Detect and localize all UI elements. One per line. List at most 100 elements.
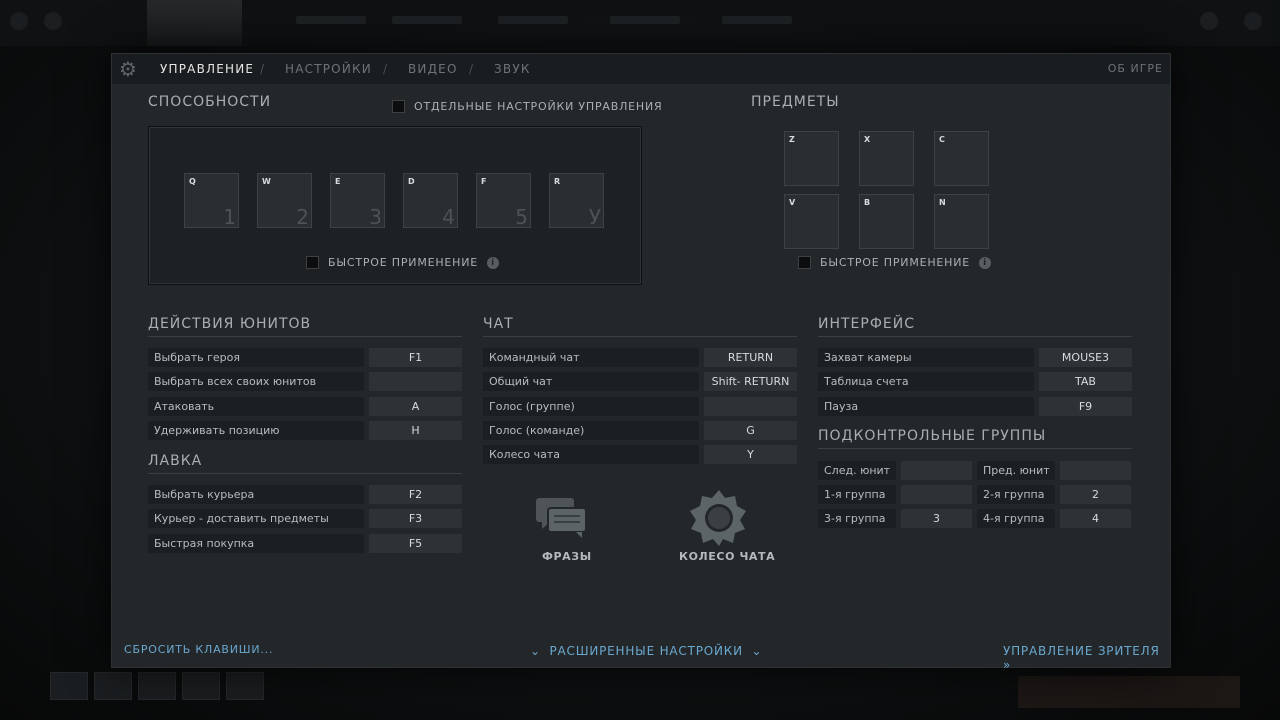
keybind-label: Атаковать [148, 397, 364, 416]
keybind-key[interactable]: F9 [1039, 397, 1132, 416]
keybind-key[interactable]: F1 [369, 348, 462, 367]
keybind-key[interactable]: H [369, 421, 462, 440]
checkbox-box[interactable] [392, 100, 405, 113]
checkbox-box[interactable] [306, 256, 319, 269]
keybind-row: Пауза F9 [818, 397, 1132, 416]
keybind-key[interactable]: Shift- RETURN [704, 372, 797, 391]
chat-title: ЧАТ [483, 316, 797, 337]
checkbox-label: БЫСТРОЕ ПРИМЕНЕНИЕ [820, 256, 971, 269]
tab-sound[interactable]: ЗВУК [494, 62, 531, 76]
keybind-row: Колесо чата Y [483, 445, 797, 464]
keybind-key[interactable]: 3 [901, 509, 972, 528]
keybind-key[interactable]: TAB [1039, 372, 1132, 391]
item-slot[interactable]: C [934, 131, 989, 186]
keybind-key[interactable]: F2 [369, 485, 462, 504]
keybind-key[interactable]: Y [704, 445, 797, 464]
chat-wheel-label[interactable]: КОЛЕСО ЧАТА [679, 550, 775, 563]
abilities-quick-cast-checkbox[interactable]: БЫСТРОЕ ПРИМЕНЕНИЕ i [306, 256, 500, 269]
item-slot[interactable]: N [934, 194, 989, 249]
keybind-key[interactable]: RETURN [704, 348, 797, 367]
keybind-row: 1-я группа 2-я группа 2 [818, 485, 1131, 504]
keybind-key[interactable]: F5 [369, 534, 462, 553]
keybind-label: Колесо чата [483, 445, 699, 464]
ability-slot[interactable]: Q1 [184, 173, 239, 229]
slot-key: E [335, 177, 341, 186]
keybind-label: След. юнит [818, 461, 896, 480]
keybind-label: Удерживать позицию [148, 421, 364, 440]
keybind-key[interactable]: F3 [369, 509, 462, 528]
keybind-key[interactable]: G [704, 421, 797, 440]
keybind-key[interactable] [901, 461, 972, 480]
reset-keys-link[interactable]: СБРОСИТЬ КЛАВИШИ... [124, 643, 273, 656]
phrases-label[interactable]: ФРАЗЫ [542, 550, 592, 563]
slot-number: 3 [369, 205, 382, 229]
keybind-label: Голос (команде) [483, 421, 699, 440]
tab-controls[interactable]: УПРАВЛЕНИЕ [160, 62, 254, 76]
ability-slot[interactable]: E3 [330, 173, 385, 229]
keybind-row: Таблица счета TAB [818, 372, 1132, 391]
item-slot[interactable]: B [859, 194, 914, 249]
friends-icon [1200, 12, 1218, 30]
item-slot[interactable]: X [859, 131, 914, 186]
info-icon[interactable]: i [979, 256, 992, 269]
keybind-key[interactable] [1060, 461, 1131, 480]
chat-wheel-icon[interactable] [690, 488, 748, 546]
keybind-row: Выбрать курьера F2 [148, 485, 462, 504]
checkbox-box[interactable] [798, 256, 811, 269]
keybind-key[interactable]: 2 [1060, 485, 1131, 504]
slot-key: R [554, 177, 561, 186]
menu-item-placeholder [498, 16, 568, 24]
keybind-label: Выбрать курьера [148, 485, 364, 504]
ability-slot[interactable]: RУ [549, 173, 604, 229]
keybind-label: Командный чат [483, 348, 699, 367]
keybind-key[interactable]: MOUSE3 [1039, 348, 1132, 367]
tab-settings[interactable]: НАСТРОЙКИ [285, 62, 372, 76]
ability-slot[interactable]: D4 [403, 173, 458, 229]
gear-icon[interactable]: ⚙ [118, 59, 138, 79]
item-slot[interactable]: V [784, 194, 839, 249]
keybind-key[interactable]: 4 [1060, 509, 1131, 528]
keybind-label: 2-я группа [977, 485, 1055, 504]
keybind-label: Быстрая покупка [148, 534, 364, 553]
menu-item-placeholder [610, 16, 680, 24]
keybind-label: 4-я группа [977, 509, 1055, 528]
tab-separator: / [469, 62, 474, 76]
keybind-key[interactable]: A [369, 397, 462, 416]
about-link[interactable]: ОБ ИГРЕ [1108, 62, 1163, 75]
spectator-controls-link[interactable]: УПРАВЛЕНИЕ ЗРИТЕЛЯ » [1003, 644, 1170, 672]
keybind-key[interactable] [901, 485, 972, 504]
keybind-row: Голос (команде) G [483, 421, 797, 440]
slot-number: 5 [515, 205, 528, 229]
menu-item-placeholder [392, 16, 462, 24]
advanced-settings-toggle[interactable]: ⌄ РАСШИРЕННЫЕ НАСТРОЙКИ ⌄ [530, 644, 762, 658]
keybind-label: Курьер - доставить предметы [148, 509, 364, 528]
tab-video[interactable]: ВИДЕО [408, 62, 458, 76]
checkbox-label: ОТДЕЛЬНЫЕ НАСТРОЙКИ УПРАВЛЕНИЯ [414, 100, 663, 113]
items-quick-cast-checkbox[interactable]: БЫСТРОЕ ПРИМЕНЕНИЕ i [798, 256, 992, 269]
phrases-icon[interactable] [534, 496, 588, 540]
shop-title: ЛАВКА [148, 453, 462, 474]
advanced-settings-label: РАСШИРЕННЫЕ НАСТРОЙКИ [549, 644, 743, 658]
keybind-label: Общий чат [483, 372, 699, 391]
separate-settings-checkbox[interactable]: ОТДЕЛЬНЫЕ НАСТРОЙКИ УПРАВЛЕНИЯ [392, 100, 662, 113]
ability-slot[interactable]: W2 [257, 173, 312, 229]
keybind-row: Общий чат Shift- RETURN [483, 372, 797, 391]
keybind-label: 3-я группа [818, 509, 896, 528]
abilities-title: СПОСОБНОСТИ [148, 94, 272, 110]
keybind-label: Пред. юнит [977, 461, 1055, 480]
info-icon[interactable]: i [487, 256, 500, 269]
settings-dialog: ⚙ УПРАВЛЕНИЕ / НАСТРОЙКИ / ВИДЕО / ЗВУК … [111, 53, 1171, 672]
chevron-down-icon: ⌄ [530, 644, 541, 658]
slot-number: 2 [296, 205, 309, 229]
items-title: ПРЕДМЕТЫ [751, 94, 840, 110]
keybind-key[interactable] [704, 397, 797, 416]
background-play-button [1018, 676, 1240, 708]
slot-key: F [481, 177, 487, 186]
keybind-row: Голос (группе) [483, 397, 797, 416]
ability-slot[interactable]: F5 [476, 173, 531, 229]
slot-key: Q [189, 177, 196, 186]
keybind-key[interactable] [369, 372, 462, 391]
item-slot[interactable]: Z [784, 131, 839, 186]
slot-key: C [939, 135, 945, 144]
slot-number: 1 [223, 205, 236, 229]
